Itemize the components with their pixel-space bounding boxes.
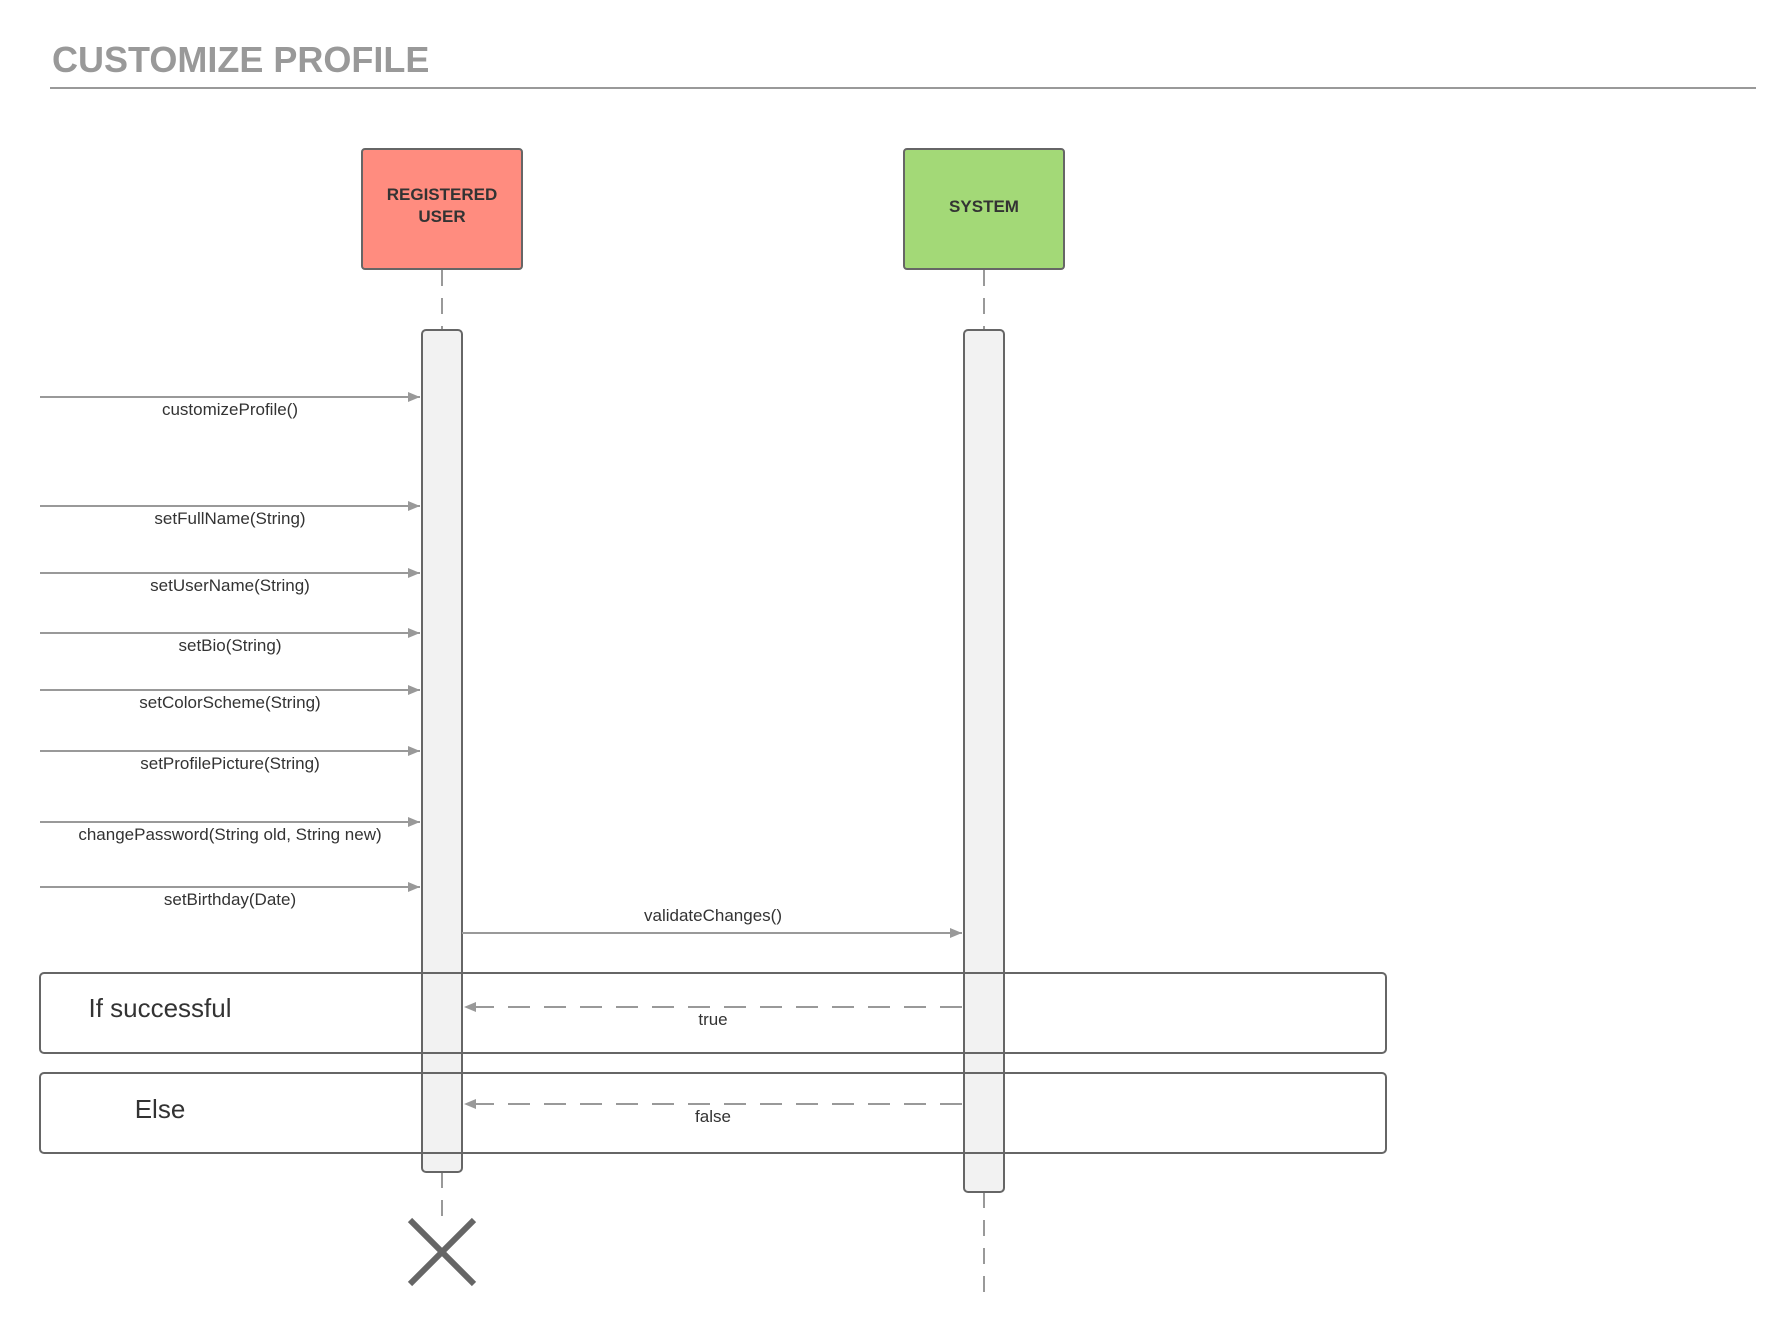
incoming-message-label: setProfilePicture(String) <box>140 754 320 773</box>
incoming-message-label: setBio(String) <box>179 636 282 655</box>
incoming-messages: customizeProfile() setFullName(String) set… <box>40 392 420 909</box>
incoming-message-label: changePassword(String old, String new) <box>78 825 381 844</box>
frame-label: If successful <box>88 993 231 1023</box>
incoming-message-label: setBirthday(Date) <box>164 890 296 909</box>
actor-label-line: SYSTEM <box>949 197 1019 216</box>
validate-message-label: validateChanges() <box>644 906 782 925</box>
destroy-x-icon <box>407 1217 477 1287</box>
return-label-false: false <box>695 1107 731 1126</box>
page-title: CUSTOMIZE PROFILE <box>52 39 429 80</box>
sequence-diagram: CUSTOMIZE PROFILE REGISTERED USER SYSTEM… <box>39 39 1756 1298</box>
actor-registered-user: REGISTERED USER <box>361 148 523 270</box>
actor-system: SYSTEM <box>903 148 1065 270</box>
incoming-message-label: setUserName(String) <box>150 576 310 595</box>
return-label-true: true <box>698 1010 727 1029</box>
user-activation-bar <box>421 329 463 1173</box>
validate-message: validateChanges() <box>462 906 962 938</box>
frame-label: Else <box>135 1094 186 1124</box>
incoming-message-label: customizeProfile() <box>162 400 298 419</box>
frame-else: Else false <box>39 1072 1387 1154</box>
actor-label-line: USER <box>418 207 465 226</box>
actor-label-line: REGISTERED <box>387 185 498 204</box>
system-activation-bar <box>963 329 1005 1193</box>
incoming-message-label: setColorScheme(String) <box>139 693 320 712</box>
frame-if-successful: If successful true <box>39 972 1387 1054</box>
incoming-message-label: setFullName(String) <box>154 509 305 528</box>
